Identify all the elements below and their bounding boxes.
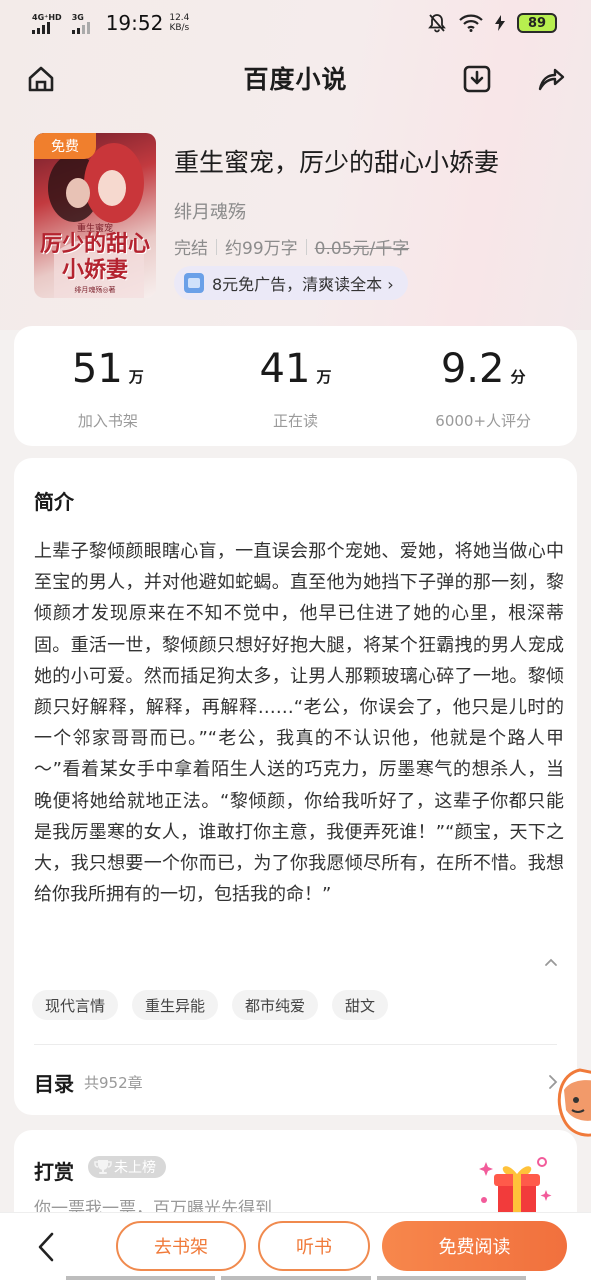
speed-value: 12.4: [169, 13, 190, 23]
ad-free-promo[interactable]: 8元免广告，清爽读全本 ›: [174, 266, 408, 300]
stat-value: 9.2: [440, 346, 505, 392]
status-bar: 4G⁺HD 3G 19:52 12.4 KB/s 89: [0, 0, 591, 46]
book-author[interactable]: 绯月魂殇: [174, 198, 246, 224]
charging-icon: [495, 15, 505, 31]
clock: 19:52: [105, 11, 164, 35]
stat-label: 加入书架: [77, 412, 138, 430]
top-nav-bar: 百度小说: [0, 52, 591, 104]
word-count: 约99万字: [225, 239, 298, 259]
table-of-contents-row[interactable]: 目录 共952章: [34, 1064, 559, 1100]
tag-chip[interactable]: 甜文: [332, 990, 389, 1020]
book-cover[interactable]: 免费 重生蜜宠 厉少的甜心小娇妻 绯月魂殇◎著: [34, 133, 156, 298]
intro-text[interactable]: 上辈子黎倾颜眼瞎心盲，一直误会那个宠她、爱她，将她当做心中至宝的男人，并对他避如…: [34, 536, 564, 910]
stat-value: 51: [71, 346, 123, 392]
listen-button[interactable]: 听书: [258, 1221, 370, 1271]
meta-divider: [216, 238, 217, 255]
stat-value: 41: [259, 346, 311, 392]
signal-1: 4G⁺HD: [32, 13, 62, 34]
battery-indicator: 89: [517, 13, 557, 33]
book-title: 重生蜜宠，厉少的甜心小娇妻: [174, 148, 500, 177]
stat-bookshelf: 51 万 加入书架: [14, 326, 202, 446]
ad-free-icon: [184, 273, 204, 293]
reward-title: 打赏: [34, 1160, 74, 1184]
toc-title: 目录: [34, 1071, 74, 1096]
network-speed: 12.4 KB/s: [169, 13, 189, 33]
wifi-icon: [459, 14, 483, 32]
signal-bars-icon: [71, 21, 90, 34]
page-title: 百度小说: [243, 65, 348, 94]
cover-author: 绯月魂殇◎著: [74, 286, 116, 294]
free-read-button[interactable]: 免费阅读: [382, 1221, 567, 1271]
chapter-count: 共952章: [84, 1073, 143, 1092]
stat-unit: 分: [510, 368, 526, 386]
stat-label: 6000+人评分: [435, 412, 532, 430]
share-icon[interactable]: [536, 64, 566, 94]
intro-title: 简介: [34, 490, 74, 514]
add-to-shelf-button[interactable]: 去书架: [116, 1221, 246, 1271]
promo-text: 8元免广告，清爽读全本 ›: [212, 275, 394, 294]
signal-2: 3G: [71, 12, 90, 34]
stat-reading: 41 万 正在读: [202, 326, 390, 446]
book-meta: 完结 约99万字 0.05元/千字: [174, 234, 409, 259]
cover-title: 厉少的甜心小娇妻: [40, 231, 151, 283]
back-arrow-icon[interactable]: [34, 1231, 58, 1263]
meta-divider: [305, 238, 307, 255]
trophy-icon: [94, 1160, 112, 1174]
network-label: 3G: [71, 12, 84, 22]
gesture-bar: [66, 1276, 526, 1280]
stat-value-row: 51 万: [72, 346, 144, 400]
divider: [34, 1044, 557, 1045]
chevron-up-icon[interactable]: [543, 954, 559, 970]
rank-badge: 未上榜: [88, 1156, 166, 1178]
price: 0.05元/千字: [314, 239, 410, 259]
signal-bars-icon: [32, 21, 50, 34]
stat-value-row: 41 万: [260, 346, 332, 400]
bottom-action-bar: 去书架 听书 免费阅读: [0, 1212, 591, 1280]
mascot-float-icon[interactable]: [550, 1060, 591, 1144]
home-icon[interactable]: [26, 64, 56, 94]
stat-value-row: 9.2 分: [441, 346, 526, 400]
speed-unit: KB/s: [169, 23, 190, 33]
stat-unit: 万: [316, 368, 332, 386]
stat-unit: 万: [128, 368, 144, 386]
tag-list: 现代言情 重生异能 都市纯爱 甜文: [32, 990, 389, 1020]
stat-rating[interactable]: 9.2 分 6000+人评分: [389, 326, 577, 446]
bell-off-icon: [428, 14, 446, 33]
rank-text: 未上榜: [114, 1160, 156, 1176]
tag-chip[interactable]: 现代言情: [32, 990, 119, 1020]
stat-label: 正在读: [273, 412, 319, 430]
download-icon[interactable]: [462, 64, 492, 94]
tag-chip[interactable]: 重生异能: [132, 990, 219, 1020]
book-status: 完结: [174, 239, 208, 259]
free-badge: 免费: [34, 133, 96, 159]
network-label: 4G⁺HD: [32, 12, 62, 22]
tag-chip[interactable]: 都市纯爱: [232, 990, 319, 1020]
stats-card: 51 万 加入书架 41 万 正在读 9.2 分 6000+人评分: [14, 326, 577, 446]
intro-card: 简介 上辈子黎倾颜眼瞎心盲，一直误会那个宠她、爱她，将她当做心中至宝的男人，并对…: [14, 458, 577, 1115]
